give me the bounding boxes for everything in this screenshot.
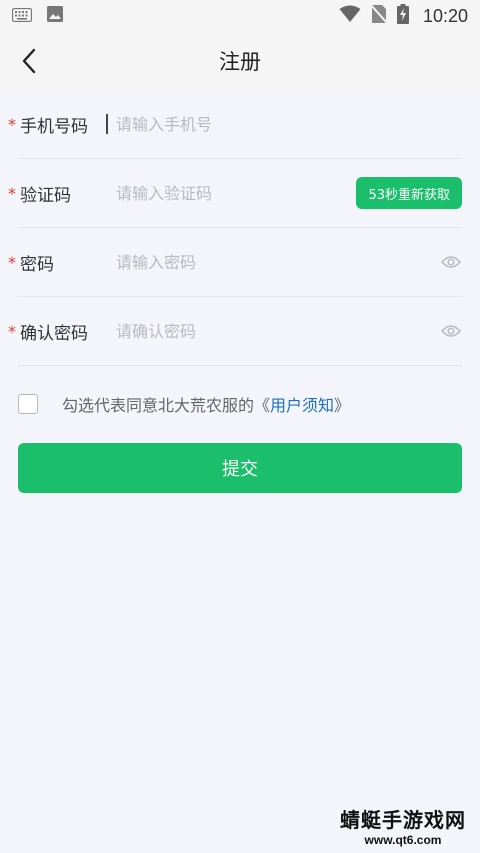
submit-button[interactable]: 提交	[18, 443, 462, 493]
code-input[interactable]	[106, 173, 357, 213]
agreement-text: 勾选代表同意北大荒农服的《用户须知》	[62, 392, 350, 416]
password-row: * 密码	[8, 228, 462, 297]
battery-charging-icon	[396, 4, 409, 28]
wifi-icon	[339, 5, 361, 27]
required-mark: *	[8, 114, 16, 134]
register-form: * 手机号码 * 验证码 53秒重新获取 * 密码 * 确认密码 勾选代表同意北…	[0, 90, 480, 493]
nav-bar: 注册	[0, 32, 480, 90]
confirm-password-label: 确认密码	[20, 323, 88, 344]
no-sim-icon	[370, 4, 388, 28]
agreement-suffix: 》	[334, 396, 351, 415]
status-bar: 10:20	[0, 0, 480, 32]
password-label: 密码	[20, 254, 54, 275]
eye-icon[interactable]	[440, 320, 462, 342]
confirm-password-input[interactable]	[106, 311, 440, 351]
required-mark: *	[8, 321, 16, 341]
watermark: 蜻蜓手游戏网 www.qt6.com	[340, 804, 466, 847]
back-button[interactable]	[14, 46, 44, 76]
image-icon	[46, 5, 64, 27]
phone-row: * 手机号码	[8, 90, 462, 159]
page-title: 注册	[219, 50, 261, 74]
agreement-row: 勾选代表同意北大荒农服的《用户须知》	[18, 392, 462, 416]
watermark-text: 蜻蜓手游戏网	[340, 808, 466, 832]
chevron-left-icon	[22, 48, 36, 74]
resend-code-button[interactable]: 53秒重新获取	[356, 177, 462, 209]
user-notice-link[interactable]: 用户须知	[270, 396, 334, 415]
phone-label: 手机号码	[20, 116, 88, 137]
watermark-url: www.qt6.com	[364, 833, 442, 847]
agreement-checkbox[interactable]	[18, 394, 38, 414]
phone-input[interactable]	[106, 114, 462, 134]
eye-icon[interactable]	[440, 251, 462, 273]
status-time: 10:20	[422, 5, 468, 26]
agreement-prefix: 勾选代表同意北大荒农服的《	[62, 396, 271, 415]
confirm-password-row: * 确认密码	[8, 297, 462, 366]
password-input[interactable]	[106, 242, 440, 282]
keyboard-icon	[11, 7, 33, 26]
code-label: 验证码	[20, 185, 71, 206]
code-row: * 验证码 53秒重新获取	[8, 159, 462, 228]
required-mark: *	[8, 252, 16, 272]
required-mark: *	[8, 183, 16, 203]
submit-label: 提交	[222, 459, 258, 480]
